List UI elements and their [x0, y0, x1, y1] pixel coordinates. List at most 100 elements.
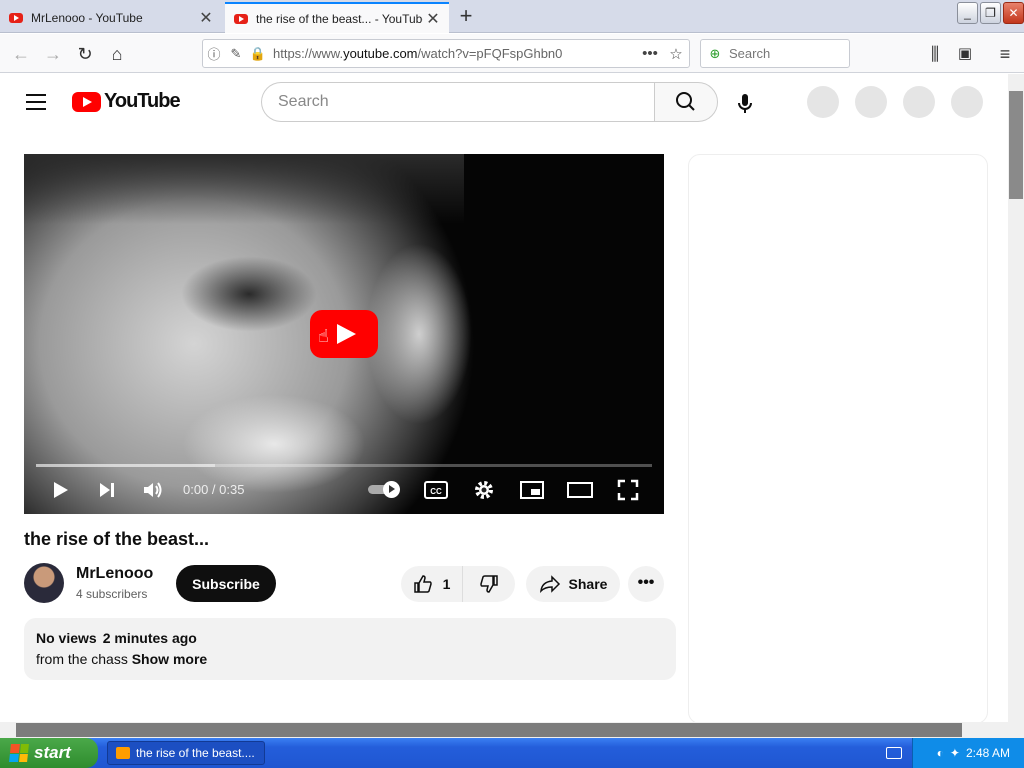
- tab-title: the rise of the beast... - YouTube: [256, 11, 423, 26]
- library-icon[interactable]: ⫼: [922, 41, 948, 67]
- header-placeholder-icon[interactable]: [807, 86, 839, 118]
- scrollbar-thumb[interactable]: [16, 723, 962, 737]
- subscriber-count: 4 subscribers: [76, 587, 148, 601]
- show-more-link[interactable]: Show more: [132, 651, 207, 667]
- theater-mode-button[interactable]: [566, 474, 594, 506]
- autoplay-toggle[interactable]: [368, 481, 404, 498]
- voice-search-button[interactable]: [728, 86, 762, 120]
- description-box[interactable]: No views 2 minutes ago from the chass Sho…: [24, 618, 676, 680]
- youtube-favicon-icon: [9, 12, 23, 23]
- more-actions-button[interactable]: •••: [628, 566, 664, 602]
- info-icon[interactable]: ⓘ: [203, 44, 225, 63]
- browser-tab[interactable]: MrLenooo - YouTube ✕: [0, 2, 222, 33]
- search-input[interactable]: Search: [261, 82, 655, 122]
- like-count: 1: [442, 576, 451, 592]
- settings-button[interactable]: [470, 474, 498, 506]
- fullscreen-button[interactable]: [614, 474, 642, 506]
- video-title: the rise of the beast...: [24, 529, 210, 549]
- clock: 2:48 AM: [965, 746, 1010, 760]
- network-icon[interactable]: ◐: [937, 746, 944, 760]
- taskbar-window-title: the rise of the beast....: [136, 746, 255, 760]
- browser-tab-active[interactable]: the rise of the beast... - YouTube ✕: [225, 2, 449, 33]
- windows-logo-icon: [9, 744, 29, 762]
- channel-name[interactable]: MrLenooo: [76, 565, 153, 583]
- view-count: No views: [36, 630, 97, 646]
- bookmark-star-icon[interactable]: ☆: [663, 45, 689, 63]
- time-display: 0:00 / 0:35: [183, 482, 245, 497]
- address-bar[interactable]: ⓘ ✎ 🔒 https://www.youtube.com/watch?v=pF…: [202, 39, 690, 68]
- back-arrow-icon[interactable]: ←: [8, 41, 34, 67]
- url-prefix: https://www.: [273, 46, 344, 61]
- reload-icon[interactable]: ↻: [72, 41, 98, 67]
- firefox-icon: [116, 747, 130, 759]
- volume-icon: [144, 482, 162, 498]
- youtube-header: YouTube Search: [0, 74, 1008, 130]
- menu-icon[interactable]: ≡: [992, 41, 1018, 67]
- miniplayer-button[interactable]: [518, 474, 546, 506]
- youtube-logo[interactable]: YouTube: [72, 90, 181, 113]
- next-button[interactable]: [93, 474, 121, 506]
- like-button[interactable]: 1: [401, 566, 463, 602]
- closed-captions-icon: CC: [424, 481, 448, 499]
- guide-menu-icon[interactable]: [26, 94, 46, 110]
- scrollbar-thumb[interactable]: [1009, 91, 1023, 199]
- thumbnail-shade: [24, 154, 464, 224]
- share-arrow-icon: [539, 575, 560, 593]
- youtube-logo-text: YouTube: [104, 90, 181, 112]
- header-placeholder-icon[interactable]: [903, 86, 935, 118]
- header-placeholder-icon[interactable]: [855, 86, 887, 118]
- minimize-button[interactable]: _: [957, 2, 978, 24]
- keyboard-icon[interactable]: [886, 747, 902, 759]
- browser-tab-strip: MrLenooo - YouTube ✕ the rise of the bea…: [0, 0, 1024, 33]
- security-icon[interactable]: ✦: [950, 746, 960, 760]
- restore-button[interactable]: ❐: [980, 2, 1001, 24]
- header-placeholder-icon[interactable]: [951, 86, 983, 118]
- vertical-scrollbar[interactable]: [1008, 74, 1024, 738]
- hand-cursor-icon: ☝: [318, 326, 329, 346]
- dislike-button[interactable]: [463, 566, 515, 602]
- close-tab-icon[interactable]: ✕: [196, 8, 216, 28]
- horizontal-scrollbar[interactable]: [0, 722, 1008, 738]
- search-button[interactable]: [654, 82, 718, 122]
- miniplayer-icon: [520, 481, 544, 499]
- sidebar-toggle-icon[interactable]: ▣: [952, 41, 978, 67]
- description-text: from the chass: [36, 651, 128, 667]
- url-text[interactable]: https://www.youtube.com/watch?v=pFQFspGh…: [269, 46, 637, 61]
- thumbs-down-icon: [480, 575, 498, 593]
- upload-time: 2 minutes ago: [102, 630, 197, 646]
- thumbs-up-icon: [413, 575, 432, 593]
- search-placeholder: Search: [278, 93, 329, 110]
- lock-icon[interactable]: 🔒: [247, 46, 269, 62]
- start-button[interactable]: start: [0, 738, 98, 768]
- channel-avatar[interactable]: [24, 563, 64, 603]
- permissions-icon[interactable]: ✎: [225, 46, 247, 62]
- progress-bar[interactable]: [36, 464, 652, 467]
- new-tab-button[interactable]: +: [452, 4, 480, 30]
- share-label: Share: [568, 576, 608, 592]
- buffered-progress: [36, 464, 215, 467]
- next-icon: [100, 483, 114, 497]
- page-actions-icon[interactable]: •••: [637, 45, 663, 62]
- home-icon[interactable]: ⌂: [104, 41, 130, 67]
- url-host: youtube.com: [343, 46, 418, 61]
- start-label: start: [34, 743, 71, 762]
- taskbar-window-button[interactable]: the rise of the beast....: [107, 741, 265, 765]
- close-tab-icon[interactable]: ✕: [423, 9, 443, 29]
- subtitles-button[interactable]: CC: [422, 474, 450, 506]
- fullscreen-icon: [617, 479, 639, 501]
- gear-icon: [475, 481, 493, 499]
- volume-button[interactable]: [139, 474, 167, 506]
- share-button[interactable]: Share: [526, 566, 620, 602]
- play-button[interactable]: [46, 474, 74, 506]
- windows-taskbar: start the rise of the beast.... ◐ ✦ 2:48…: [0, 738, 1024, 768]
- forward-arrow-icon[interactable]: →: [40, 41, 66, 67]
- theater-mode-icon: [567, 482, 593, 498]
- youtube-favicon-icon: [234, 13, 248, 24]
- microphone-icon: [738, 94, 752, 113]
- browser-toolbar: ← → ↻ ⌂ ⓘ ✎ 🔒 https://www.youtube.com/wa…: [0, 34, 1024, 73]
- video-player[interactable]: ☝ 0:00 / 0:35 CC: [24, 154, 664, 514]
- browser-search-box[interactable]: ⊕ Search: [700, 39, 850, 68]
- close-window-button[interactable]: ✕: [1003, 2, 1024, 24]
- subscribe-button[interactable]: Subscribe: [176, 565, 276, 602]
- browser-search-placeholder: Search: [729, 46, 771, 61]
